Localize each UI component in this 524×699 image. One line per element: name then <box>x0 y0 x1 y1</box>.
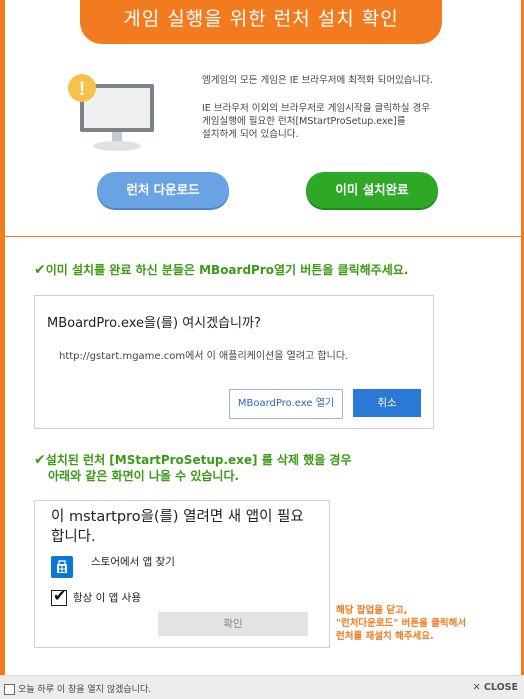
page-title: 게임 실행을 위한 런처 설치 확인 <box>80 0 442 44</box>
intro-line-4: 설치하게 되어 있습니다. <box>202 129 299 140</box>
note-line-1: 해당 팝업을 닫고, <box>336 605 408 616</box>
intro-line-2: IE 브라우저 이외의 브라우저로 게임시작을 클릭하실 경우 <box>202 103 430 114</box>
dont-show-today-label[interactable]: 오늘 하루 이 창을 열지 않겠습니다. <box>18 682 151 695</box>
new-app-needed-dialog: 이 mstartpro을(를) 열려면 새 앱이 필요합니다. 스토어에서 앱 … <box>34 500 330 648</box>
open-mboardpro-button[interactable]: MBoardPro.exe 열기 <box>229 389 343 419</box>
close-button[interactable]: ✕ CLOSE <box>473 682 518 693</box>
open-app-dialog: MBoardPro.exe을(를) 여시겠습니까? http://gstart.… <box>34 295 434 429</box>
left-frame-border <box>0 0 5 698</box>
dont-show-today-checkbox[interactable] <box>4 684 15 695</box>
launcher-download-button[interactable]: 런처 다운로드 <box>97 172 229 208</box>
cancel-button[interactable]: 취소 <box>353 389 421 417</box>
dialog-title: 이 mstartpro을(를) 열려면 새 앱이 필요합니다. <box>51 509 304 545</box>
dialog-title: MBoardPro.exe을(를) 여시겠습니까? <box>47 316 261 331</box>
ok-button[interactable]: 확인 <box>158 612 308 636</box>
dialog-message: http://gstart.mgame.com에서 이 애플리케이션을 열려고 … <box>59 351 349 362</box>
store-icon <box>51 556 73 578</box>
check-icon: ✔ <box>34 262 46 278</box>
warning-symbol: ! <box>79 79 85 100</box>
deleted-notice-line-2: 아래와 같은 화면이 나올 수 있습니다. <box>48 469 240 483</box>
reinstall-note: 해당 팝업을 닫고, "런처다운로드" 버튼을 클릭해서 런처를 재설치 해주세… <box>336 604 466 643</box>
footer-bar: 오늘 하루 이 창을 열지 않겠습니다. ✕ CLOSE <box>0 675 524 699</box>
always-use-label: 항상 이 앱 사용 <box>73 592 141 604</box>
monitor-illustration: ! <box>62 74 158 154</box>
always-use-checkbox[interactable]: ✔ <box>51 586 67 606</box>
deleted-launcher-notice: ✔설치된 런처 [MStartProSetup.exe] 를 삭제 했을 경우 … <box>34 452 352 484</box>
installed-instruction-text: 이미 설치를 완료 하신 분들은 MBoardPro열기 버튼을 클릭해주세요. <box>45 263 409 277</box>
deleted-notice-line-1: 설치된 런처 [MStartProSetup.exe] 를 삭제 했을 경우 <box>45 453 352 467</box>
installed-instruction: ✔이미 설치를 완료 하신 분들은 MBoardPro열기 버튼을 클릭해주세요… <box>34 262 408 278</box>
already-installed-button[interactable]: 이미 설치완료 <box>306 172 438 208</box>
checkmark-icon: ✔ <box>53 586 67 605</box>
section-divider <box>5 236 521 237</box>
check-icon: ✔ <box>34 452 46 468</box>
find-app-in-store-link[interactable]: 스토어에서 앱 찾기 <box>91 554 175 569</box>
intro-line-1: 엠게임의 모든 게임은 IE 브라우저에 최적화 되어있습니다. <box>202 75 433 86</box>
intro-line-3: 게임실행에 필요한 런처[MStartProSetup.exe]를 <box>202 116 406 127</box>
note-line-3: 런처를 재설치 해주세요. <box>336 631 434 642</box>
note-line-2: "런처다운로드" 버튼을 클릭해서 <box>336 618 467 629</box>
